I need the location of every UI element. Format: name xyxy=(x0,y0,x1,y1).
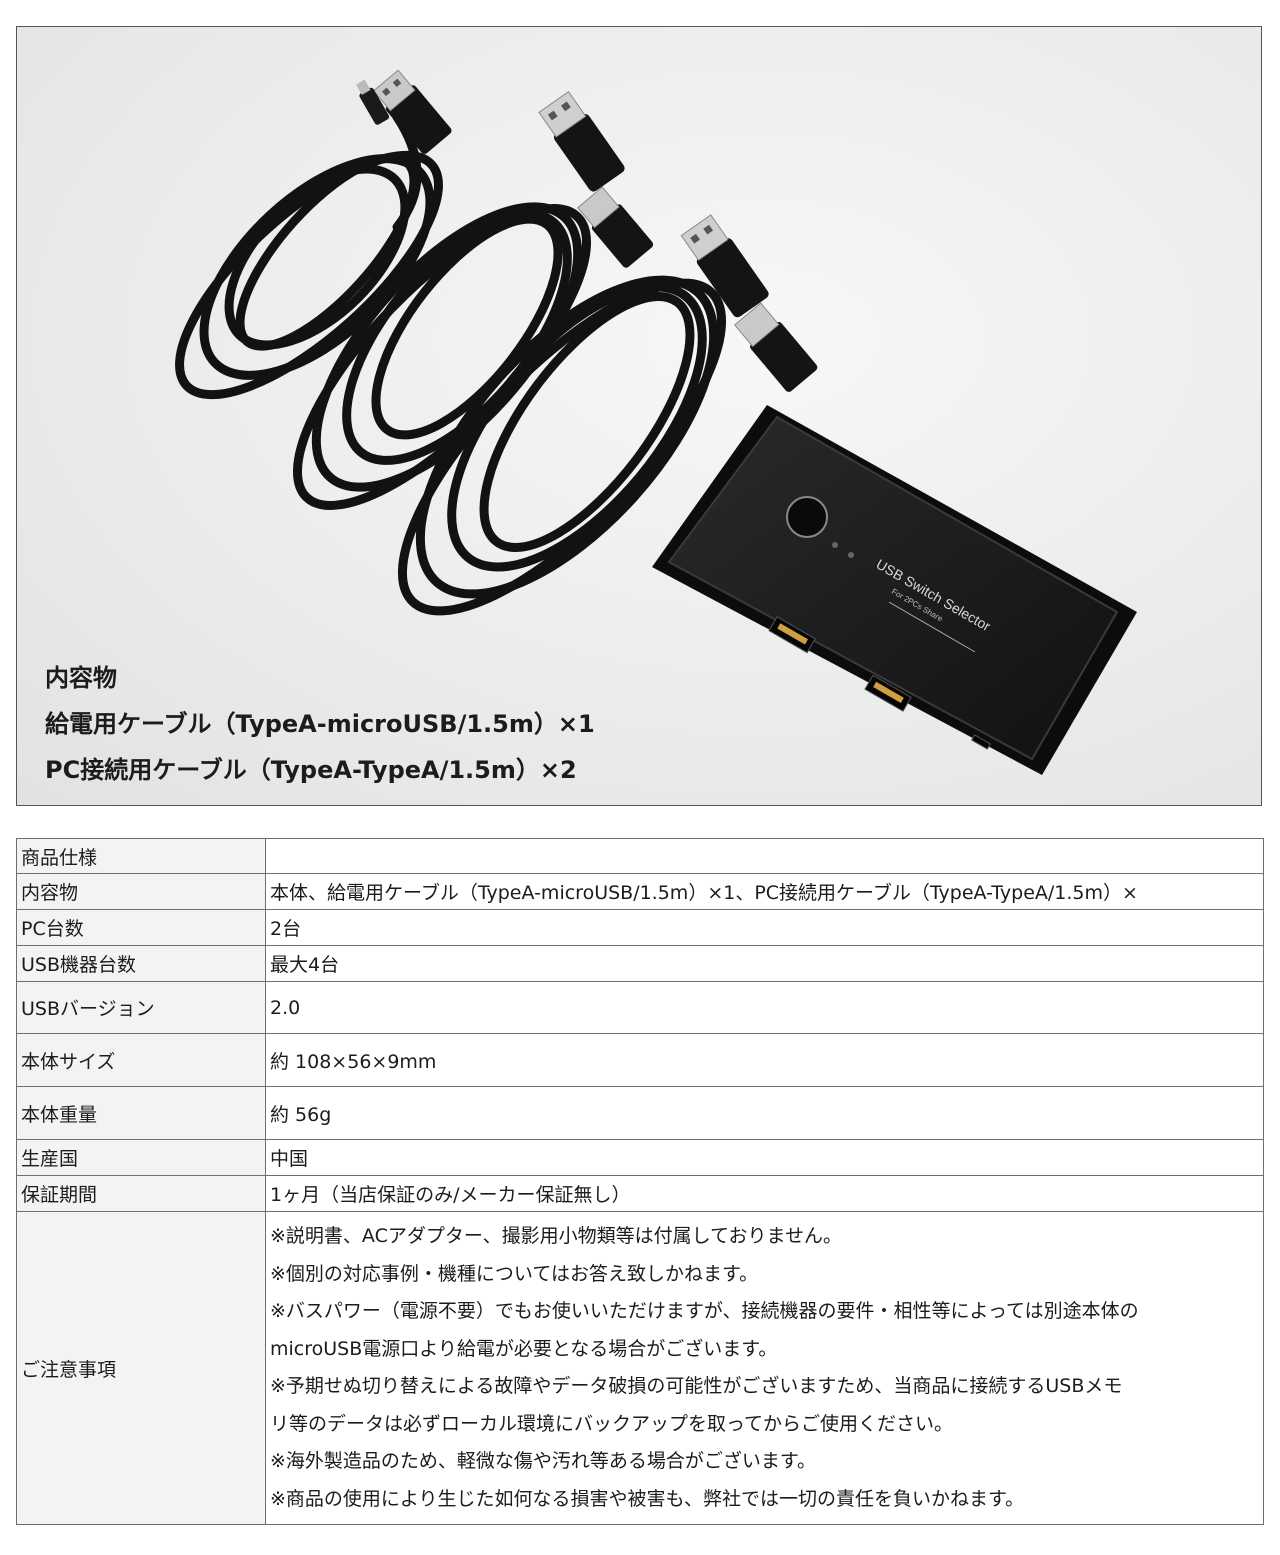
row-value: 2台 xyxy=(265,909,1264,946)
led-1 xyxy=(832,542,838,548)
note-item: microUSB電源口より給電が必要となる場合がございます。 xyxy=(270,1337,778,1360)
contents-title: 内容物 xyxy=(45,664,117,692)
table-row: PC台数 2台 xyxy=(16,909,1264,946)
row-label: 本体重量 xyxy=(16,1086,266,1140)
table-row: 商品仕様 xyxy=(16,838,1264,874)
contents-caption: 内容物 給電用ケーブル（TypeA-microUSB/1.5m）×1 PC接続用… xyxy=(45,655,595,793)
row-value: 中国 xyxy=(265,1139,1264,1176)
note-item: ※予期せぬ切り替えによる故障やデータ破損の可能性がございますため、当商品に接続す… xyxy=(270,1375,1123,1397)
row-value: 最大4台 xyxy=(265,945,1264,982)
table-row: 生産国 中国 xyxy=(16,1139,1264,1176)
contents-line-pc-cable: PC接続用ケーブル（TypeA-TypeA/1.5m）×2 xyxy=(45,756,577,784)
row-value: 本体、給電用ケーブル（TypeA-microUSB/1.5m）×1、PC接続用ケ… xyxy=(265,873,1264,910)
row-value: 約 56g xyxy=(265,1086,1264,1140)
table-row: 内容物 本体、給電用ケーブル（TypeA-microUSB/1.5m）×1、PC… xyxy=(16,873,1264,910)
row-value: 2.0 xyxy=(265,981,1264,1034)
usb-plug-middle-a xyxy=(538,91,625,192)
note-item: リ等のデータは必ずローカル環境にバックアップを取ってからご使用ください。 xyxy=(270,1412,954,1435)
led-2 xyxy=(848,552,854,558)
row-label: 内容物 xyxy=(16,873,266,910)
note-item: ※バスパワー（電源不要）でもお使いいただけますが、接続機器の要件・相性等によって… xyxy=(270,1300,1139,1322)
contents-line-power-cable: 給電用ケーブル（TypeA-microUSB/1.5m）×1 xyxy=(45,710,595,738)
row-label: 商品仕様 xyxy=(16,838,266,874)
product-photo: USB Switch Selector For 2PCs Share 内容物 給… xyxy=(16,26,1262,806)
row-label: USBバージョン xyxy=(16,981,266,1034)
usb-plug-right-b xyxy=(733,302,818,392)
spec-table: 商品仕様 内容物 本体、給電用ケーブル（TypeA-microUSB/1.5m）… xyxy=(16,838,1264,1525)
notes-label: ご注意事項 xyxy=(16,1211,266,1525)
row-label: PC台数 xyxy=(16,909,266,946)
row-value: 約 108×56×9mm xyxy=(265,1033,1264,1087)
notes-list: ※説明書、ACアダプター、撮影用小物類等は付属しておりません。 ※個別の対応事例… xyxy=(265,1211,1264,1525)
row-label: 生産国 xyxy=(16,1139,266,1176)
row-label: 本体サイズ xyxy=(16,1033,266,1087)
table-row: USB機器台数 最大4台 xyxy=(16,945,1264,982)
row-value: 1ヶ月（当店保証のみ/メーカー保証無し） xyxy=(265,1175,1264,1212)
table-row: USBバージョン 2.0 xyxy=(16,981,1264,1034)
note-item: ※個別の対応事例・機種についてはお答え致しかねます。 xyxy=(270,1262,759,1285)
table-row: 本体重量 約 56g xyxy=(16,1086,1264,1140)
table-row: 保証期間 1ヶ月（当店保証のみ/メーカー保証無し） xyxy=(16,1175,1264,1212)
usb-switch-device: USB Switch Selector For 2PCs Share xyxy=(652,405,1137,775)
table-row-notes: ご注意事項 ※説明書、ACアダプター、撮影用小物類等は付属しておりません。 ※個… xyxy=(16,1211,1264,1525)
row-label: 保証期間 xyxy=(16,1175,266,1212)
row-value xyxy=(265,838,1264,874)
note-item: ※説明書、ACアダプター、撮影用小物類等は付属しておりません。 xyxy=(270,1225,842,1247)
note-item: ※海外製造品のため、軽微な傷や汚れ等ある場合がございます。 xyxy=(270,1450,817,1472)
table-row: 本体サイズ 約 108×56×9mm xyxy=(16,1033,1264,1087)
note-item: ※商品の使用により生じた如何なる損害や被害も、弊社では一切の責任を負いかねます。 xyxy=(270,1487,1025,1510)
row-label: USB機器台数 xyxy=(16,945,266,982)
switch-button xyxy=(786,496,828,538)
